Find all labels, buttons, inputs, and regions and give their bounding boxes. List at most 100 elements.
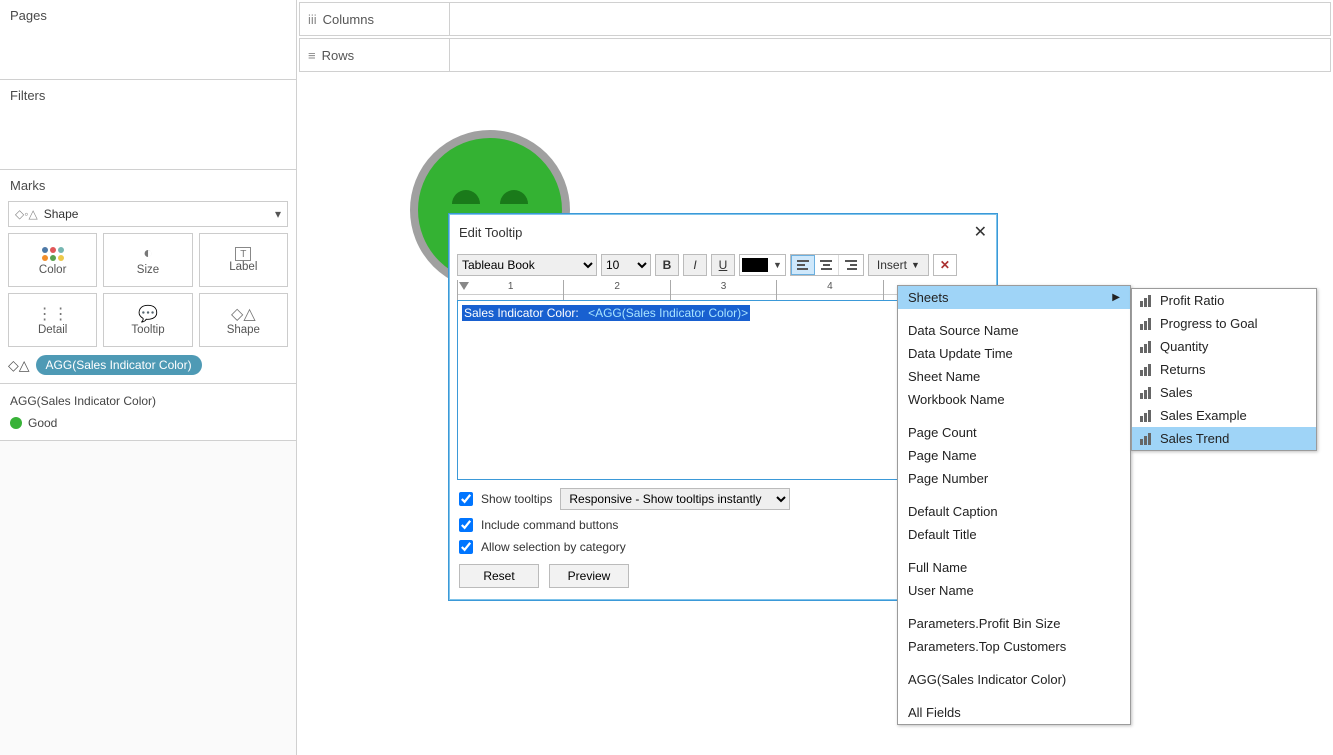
marks-label-button[interactable]: T Label — [199, 233, 288, 287]
reset-button[interactable]: Reset — [459, 564, 539, 588]
show-tooltips-label: Show tooltips — [481, 492, 552, 506]
submenu-item[interactable]: Sales Example — [1132, 404, 1316, 427]
menu-label: All Fields — [908, 705, 961, 720]
sheet-icon — [1138, 410, 1154, 422]
align-center-button[interactable] — [815, 255, 839, 275]
marks-shape-label: Shape — [227, 324, 260, 336]
marks-tooltip-button[interactable]: 💬 Tooltip — [103, 293, 192, 347]
legend-item-label: Good — [28, 416, 57, 430]
submenu-label: Sales — [1160, 385, 1193, 400]
allow-sel-checkbox[interactable] — [459, 540, 473, 554]
menu-label: Default Title — [908, 527, 977, 542]
menu-label: Page Count — [908, 425, 977, 440]
size-icon: ◐ — [143, 244, 153, 264]
menu-label: Full Name — [908, 560, 967, 575]
chevron-down-icon: ▼ — [911, 260, 920, 270]
menu-item[interactable]: Data Update Time — [898, 342, 1130, 365]
legend-panel: AGG(Sales Indicator Color) Good — [0, 384, 296, 441]
tooltip-mode-select[interactable]: Responsive - Show tooltips instantly — [560, 488, 790, 510]
sheet-icon — [1138, 341, 1154, 353]
marks-color-button[interactable]: Color — [8, 233, 97, 287]
ruler-tick: 1 — [508, 281, 514, 292]
marks-detail-label: Detail — [38, 324, 67, 336]
submenu-arrow-icon: ▶ — [1112, 292, 1120, 303]
include-cmd-checkbox[interactable] — [459, 518, 473, 532]
allow-sel-label: Allow selection by category — [481, 540, 626, 554]
insert-label: Insert — [877, 258, 907, 272]
marks-shape-button[interactable]: ◇△ Shape — [199, 293, 288, 347]
marks-size-button[interactable]: ◐ Size — [103, 233, 192, 287]
italic-button[interactable]: I — [683, 254, 707, 276]
clear-button[interactable]: ✕ — [933, 254, 957, 276]
submenu-item[interactable]: Progress to Goal — [1132, 312, 1316, 335]
columns-shelf-label: iii Columns — [300, 3, 450, 35]
marks-tooltip-label: Tooltip — [131, 324, 164, 336]
include-cmd-label: Include command buttons — [481, 518, 618, 532]
marks-panel: Marks ◇◦△ Shape ▾ Color ◐ Size T Label ⋮… — [0, 170, 296, 384]
menu-item[interactable]: Workbook Name — [898, 388, 1130, 411]
menu-item[interactable]: Parameters.Profit Bin Size — [898, 612, 1130, 635]
menu-item[interactable]: Page Name — [898, 444, 1130, 467]
columns-text: Columns — [323, 12, 374, 27]
marks-detail-button[interactable]: ⋮⋮ Detail — [8, 293, 97, 347]
menu-item[interactable]: Page Number — [898, 467, 1130, 490]
submenu-item[interactable]: Sales — [1132, 381, 1316, 404]
menu-item[interactable]: Default Caption — [898, 500, 1130, 523]
submenu-item-sales-trend[interactable]: Sales Trend — [1132, 427, 1316, 450]
marks-size-label: Size — [137, 264, 159, 276]
filters-panel: Filters — [0, 80, 296, 170]
menu-label: Parameters.Profit Bin Size — [908, 616, 1060, 631]
sheets-submenu: Profit Ratio Progress to Goal Quantity R… — [1131, 288, 1317, 451]
shape-grid-icon: ◇△ — [231, 304, 256, 324]
mark-type-label: Shape — [44, 207, 79, 221]
align-center-icon — [820, 260, 832, 270]
underline-button[interactable]: U — [711, 254, 735, 276]
legend-item[interactable]: Good — [10, 416, 286, 430]
align-right-button[interactable] — [839, 255, 863, 275]
menu-item-sheets[interactable]: Sheets ▶ — [898, 286, 1130, 309]
menu-label: Workbook Name — [908, 392, 1005, 407]
close-icon[interactable]: ✕ — [974, 222, 987, 242]
menu-label: Sheet Name — [908, 369, 980, 384]
sheet-icon — [1138, 364, 1154, 376]
menu-item[interactable]: All Fields — [898, 701, 1130, 724]
menu-label: Page Name — [908, 448, 977, 463]
menu-item[interactable]: Parameters.Top Customers — [898, 635, 1130, 658]
align-group — [790, 254, 864, 276]
submenu-item[interactable]: Profit Ratio — [1132, 289, 1316, 312]
marks-label-label: Label — [229, 261, 257, 273]
ruler-tick: 2 — [614, 281, 620, 292]
menu-item[interactable]: Data Source Name — [898, 319, 1130, 342]
columns-icon: iii — [308, 12, 317, 27]
chevron-down-icon: ▼ — [770, 260, 785, 270]
submenu-item[interactable]: Returns — [1132, 358, 1316, 381]
agg-pill[interactable]: AGG(Sales Indicator Color) — [36, 355, 202, 375]
font-color-button[interactable]: ▼ — [739, 254, 786, 276]
show-tooltips-checkbox[interactable] — [459, 492, 473, 506]
menu-item[interactable]: User Name — [898, 579, 1130, 602]
menu-label: AGG(Sales Indicator Color) — [908, 672, 1066, 687]
bold-button[interactable]: B — [655, 254, 679, 276]
submenu-label: Returns — [1160, 362, 1206, 377]
submenu-item[interactable]: Quantity — [1132, 335, 1316, 358]
shape-icon: ◇◦△ — [15, 207, 38, 221]
color-swatch-icon — [742, 258, 768, 272]
menu-item[interactable]: AGG(Sales Indicator Color) — [898, 668, 1130, 691]
align-right-icon — [845, 260, 857, 270]
menu-item[interactable]: Sheet Name — [898, 365, 1130, 388]
columns-shelf[interactable]: iii Columns — [299, 2, 1331, 36]
pages-title: Pages — [0, 0, 296, 31]
mark-type-select[interactable]: ◇◦△ Shape ▾ — [8, 201, 288, 227]
insert-button[interactable]: Insert ▼ — [868, 254, 929, 276]
menu-label: Data Update Time — [908, 346, 1013, 361]
preview-button[interactable]: Preview — [549, 564, 629, 588]
menu-item[interactable]: Default Title — [898, 523, 1130, 546]
menu-item[interactable]: Full Name — [898, 556, 1130, 579]
submenu-label: Progress to Goal — [1160, 316, 1258, 331]
menu-item[interactable]: Page Count — [898, 421, 1130, 444]
font-select[interactable]: Tableau Book — [457, 254, 597, 276]
align-left-button[interactable] — [791, 255, 815, 275]
rows-shelf[interactable]: ≡ Rows — [299, 38, 1331, 72]
font-size-select[interactable]: 10 — [601, 254, 651, 276]
menu-label: User Name — [908, 583, 974, 598]
